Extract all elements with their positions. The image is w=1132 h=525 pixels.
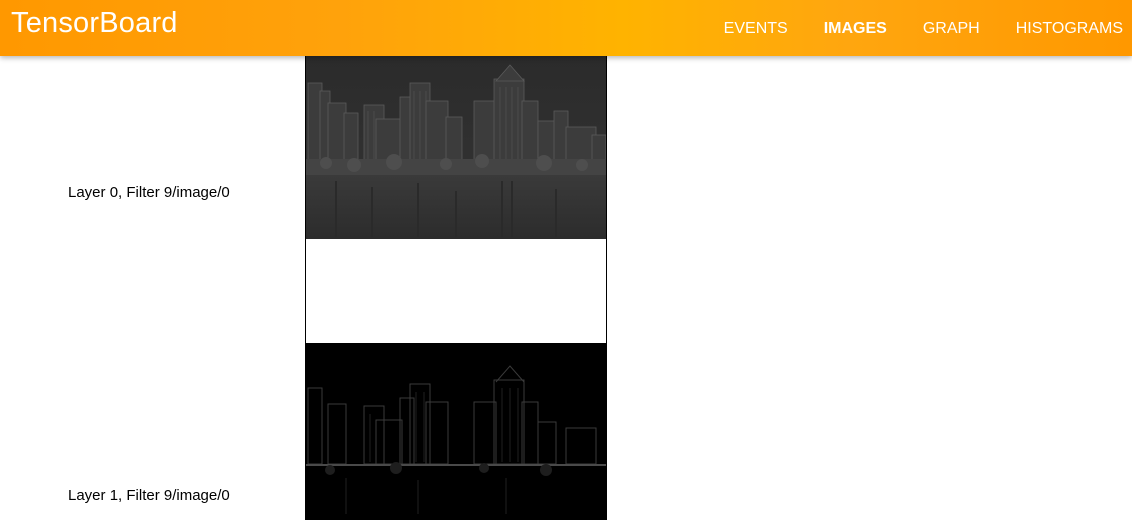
tab-histograms[interactable]: HISTOGRAMS	[998, 0, 1132, 56]
tab-events[interactable]: EVENTS	[706, 0, 806, 56]
image-label: Layer 1, Filter 9/image/0	[68, 487, 230, 504]
filter-image-layer0	[306, 41, 606, 344]
image-card-layer0	[305, 40, 607, 345]
filter-image-layer1	[306, 344, 606, 519]
tab-graph[interactable]: GRAPH	[905, 0, 998, 56]
app-title: TensorBoard	[11, 7, 178, 39]
image-card-layer1	[305, 343, 607, 520]
image-label: Layer 0, Filter 9/image/0	[68, 184, 230, 201]
top-toolbar: TensorBoard EVENTS IMAGES GRAPH HISTOGRA…	[0, 0, 1132, 56]
tab-images[interactable]: IMAGES	[806, 0, 905, 56]
nav-tabs: EVENTS IMAGES GRAPH HISTOGRAMS	[706, 0, 1132, 56]
